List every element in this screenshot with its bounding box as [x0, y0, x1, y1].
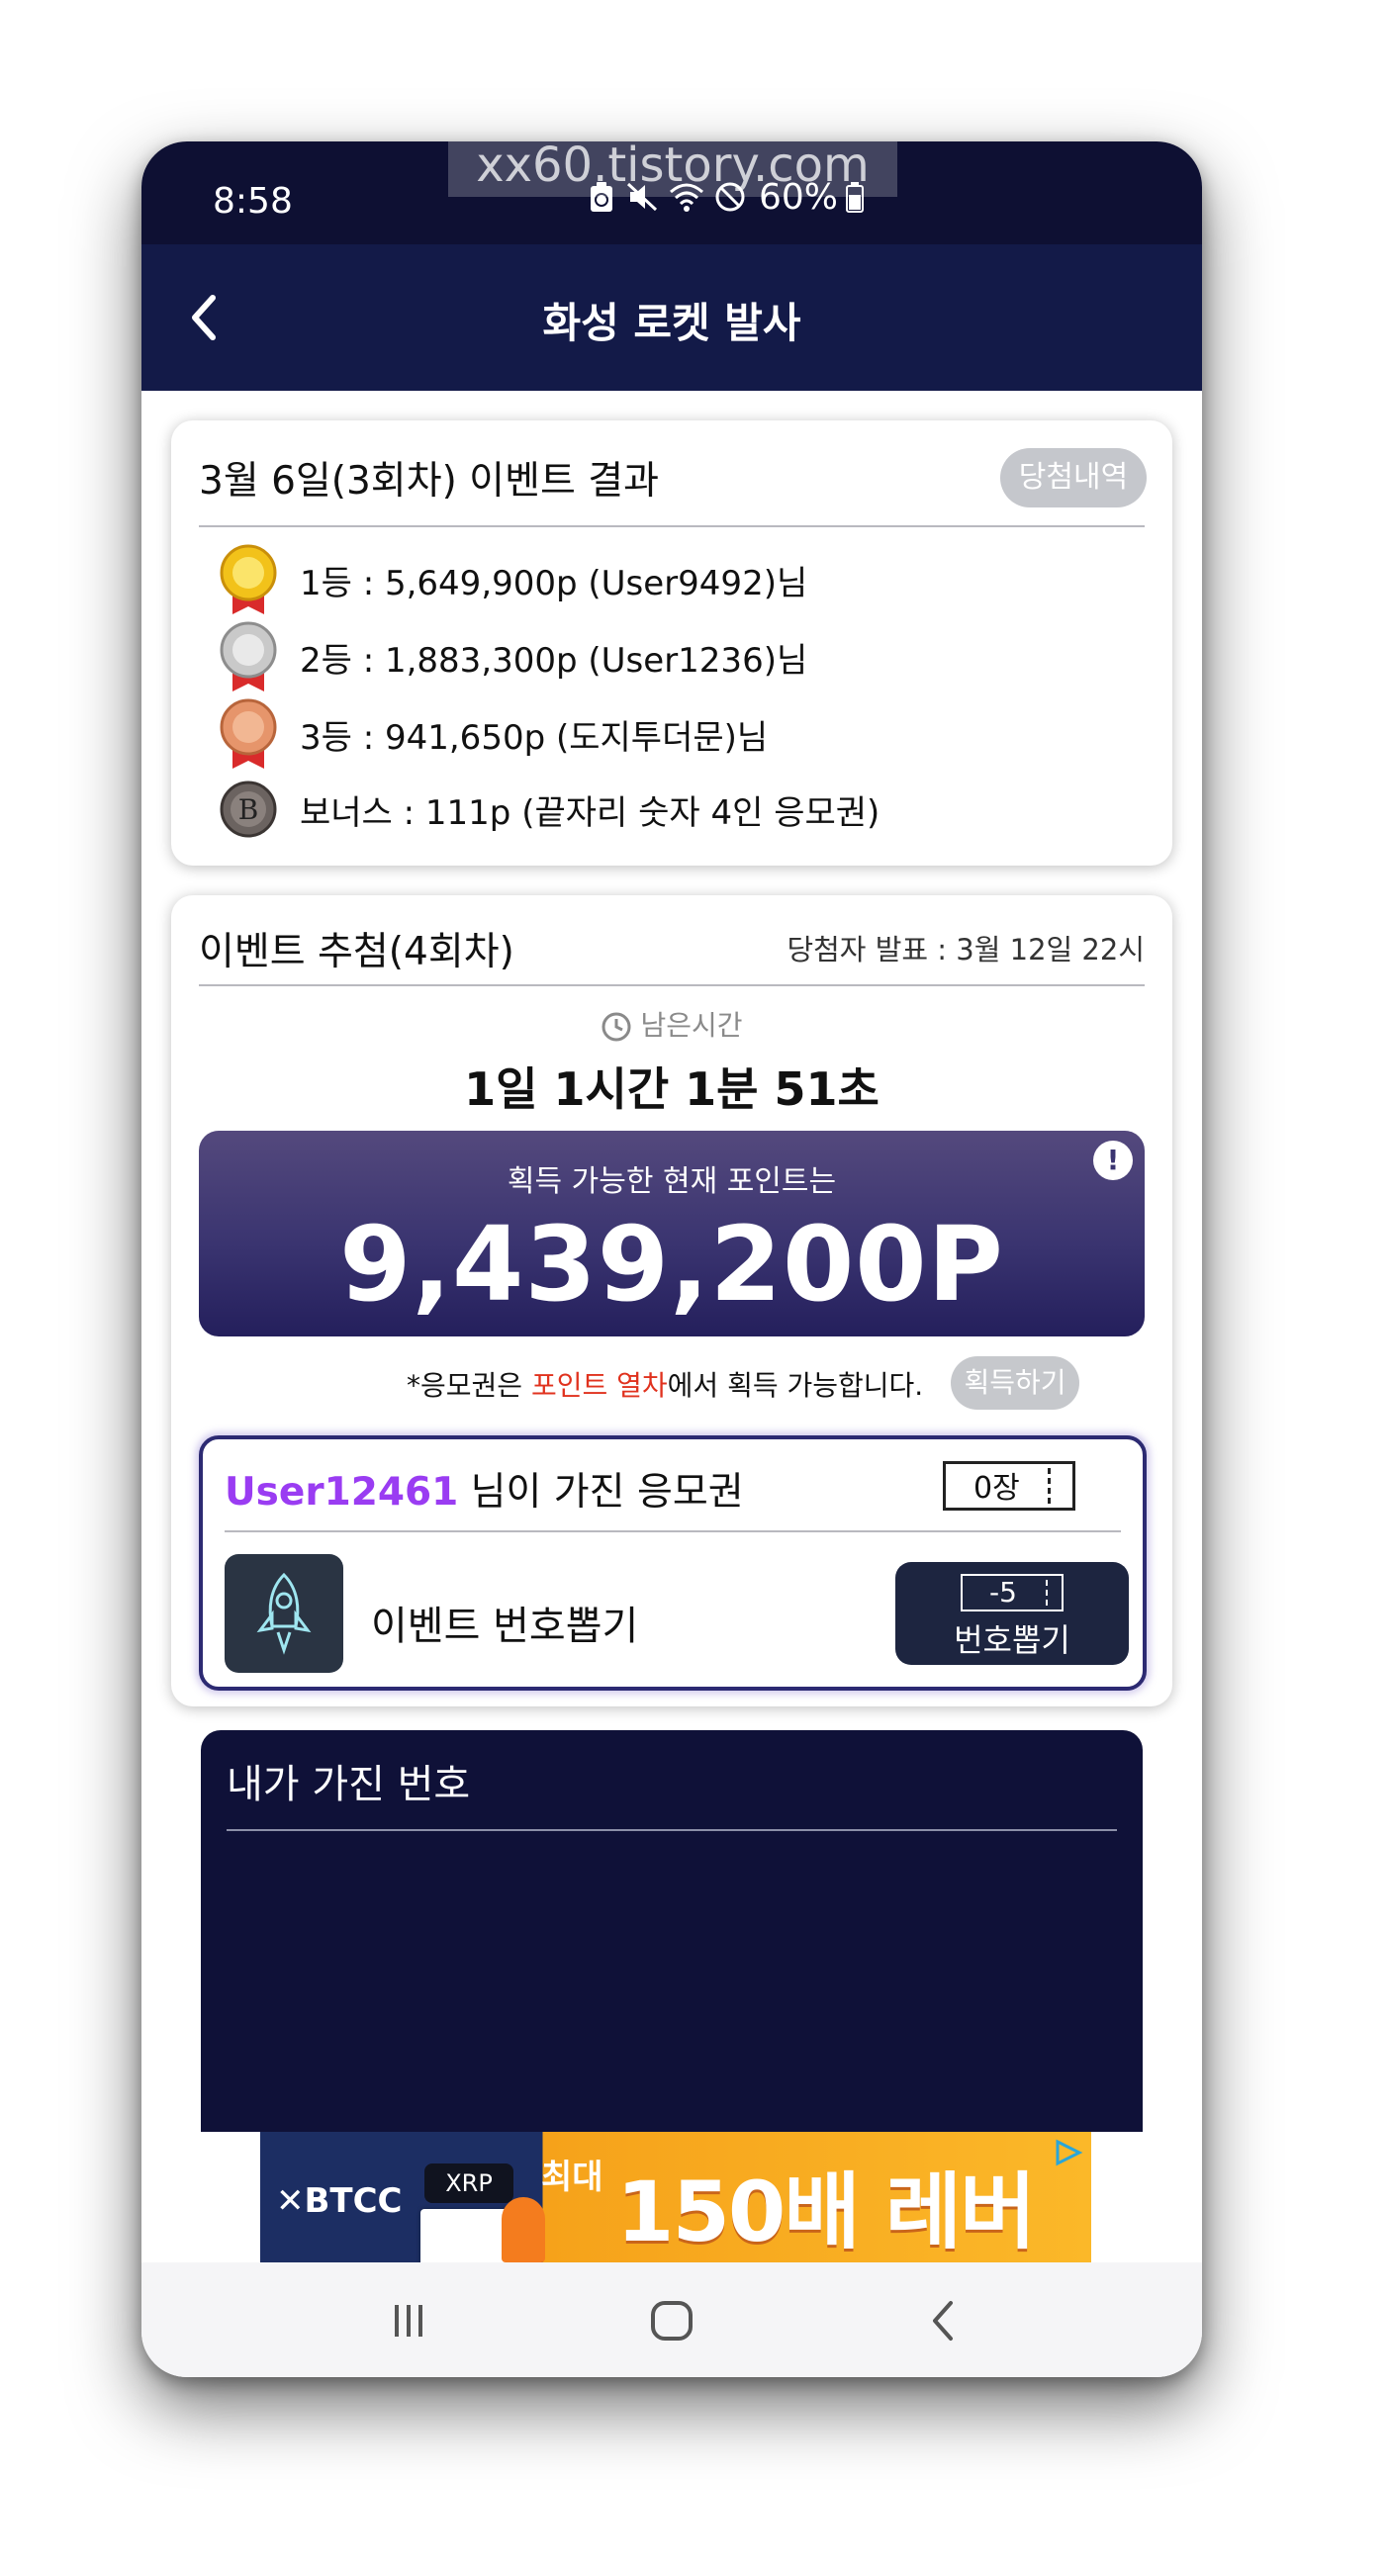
event-draw-card: 이벤트 추첨(4회차) 당첨자 발표 : 3월 12일 22시 남은시간 1일 …: [171, 895, 1172, 1706]
ad-max-text: 최대: [541, 2158, 603, 2197]
countdown-timer: 1일 1시간 1분 51초: [464, 1062, 880, 1116]
nav-back-button[interactable]: [913, 2298, 972, 2344]
rank-row-bonus: B 보너스 : 111p (끝자리 숫자 4인 응모권): [219, 773, 880, 846]
rank-row-third: 3등 : 941,650p (도지투더문)님: [219, 697, 768, 771]
ticket-count-badge: 0장: [943, 1461, 1075, 1511]
scroll-content[interactable]: 3월 6일(3회차) 이벤트 결과 당첨내역 1등 : 5,649,900p (…: [141, 391, 1202, 2132]
my-numbers-card: 내가 가진 번호: [201, 1730, 1143, 2132]
remaining-time-label: 남은시간: [171, 1004, 1172, 1044]
home-icon: [651, 2301, 693, 2341]
system-nav-bar: [141, 2262, 1202, 2377]
ad-banner[interactable]: ✕BTCC XRP 최대 150배 레버리지: [260, 2132, 1091, 2262]
points-value: 9,439,200P: [339, 1204, 1004, 1325]
point-train-link[interactable]: 포인트 열차: [531, 1369, 668, 1402]
remaining-time-text: 남은시간: [640, 1009, 743, 1042]
rank-text: 보너스 : 111p (끝자리 숫자 4인 응모권): [300, 792, 880, 833]
obtain-ticket-button[interactable]: 획득하기: [951, 1356, 1079, 1410]
bonus-coin-icon: B: [219, 773, 278, 846]
ticket-divider: [225, 1530, 1121, 1532]
ad-brand-text: BTCC: [304, 2181, 403, 2221]
recent-apps-icon: [395, 2305, 422, 2337]
winning-history-button[interactable]: 당첨내역: [1000, 448, 1147, 507]
draw-title: 이벤트 추첨(4회차): [199, 930, 514, 974]
info-icon[interactable]: !: [1093, 1141, 1133, 1180]
announcement-date: 당첨자 발표 : 3월 12일 22시: [787, 933, 1145, 966]
app-header: 화성 로켓 발사: [141, 244, 1202, 391]
draw-divider: [199, 984, 1145, 986]
ticket-count: 0장: [973, 1471, 1020, 1506]
ticket-note-suffix: 에서 획득 가능합니다.: [667, 1369, 924, 1402]
ad-person-image: [502, 2197, 545, 2262]
draw-number-button[interactable]: -5 번호뽑기: [895, 1562, 1129, 1665]
gold-medal-icon: [219, 543, 278, 616]
status-bar: 8:58 60% xx60.tistory.com: [141, 141, 1202, 244]
page-title: 화성 로켓 발사: [542, 299, 801, 347]
ticket-perforation: [1046, 1580, 1048, 1606]
my-numbers-title: 내가 가진 번호: [227, 1762, 471, 1807]
ticket-note: *응모권은 포인트 열차에서 획득 가능합니다.: [407, 1364, 923, 1404]
ticket-owner: User12461 님이 가진 응모권: [225, 1461, 744, 1517]
draw-button-label: 번호뽑기: [954, 1621, 1070, 1659]
rank-row-second: 2등 : 1,883,300p (User1236)님: [219, 620, 807, 693]
current-points-panel: 획득 가능한 현재 포인트는 9,439,200P !: [199, 1131, 1145, 1336]
results-title: 3월 6일(3회차) 이벤트 결과: [199, 459, 659, 504]
rank-text: 1등 : 5,649,900p (User9492)님: [300, 563, 808, 603]
recent-apps-button[interactable]: [379, 2298, 438, 2344]
draw-cost-ticket: -5: [961, 1574, 1064, 1611]
draw-number-label: 이벤트 번호뽑기: [371, 1604, 639, 1649]
points-label: 획득 가능한 현재 포인트는: [507, 1164, 837, 1199]
rank-text: 3등 : 941,650p (도지투더문)님: [300, 717, 769, 758]
results-divider: [199, 525, 1145, 527]
ticket-perforation: [1048, 1468, 1051, 1504]
ticket-note-prefix: *응모권은: [407, 1369, 531, 1402]
bronze-medal-icon: [219, 697, 278, 771]
results-card: 3월 6일(3회차) 이벤트 결과 당첨내역 1등 : 5,649,900p (…: [171, 420, 1172, 866]
ticket-owner-suffix: 님이 가진 응모권: [458, 1470, 744, 1515]
watermark: xx60.tistory.com: [448, 141, 897, 197]
clock-icon: [602, 1012, 631, 1042]
draw-cost: -5: [989, 1576, 1017, 1609]
silver-medal-icon: [219, 620, 278, 693]
ticket-panel: User12461 님이 가진 응모권 0장 이벤트 번호뽑기 -5 번호뽑기: [199, 1435, 1147, 1691]
username: User12461: [225, 1470, 459, 1515]
chevron-left-icon: [933, 2301, 953, 2341]
phone-screen: 8:58 60% xx60.tistory.com 화성 로켓 발사 3월 6일…: [141, 141, 1202, 2377]
ad-choices-icon[interactable]: [1050, 2138, 1083, 2167]
ad-headline: 150배 레버리지: [616, 2163, 1036, 2260]
ad-brand: ✕BTCC: [276, 2181, 403, 2221]
status-time: 8:58: [213, 181, 293, 222]
my-numbers-divider: [227, 1829, 1117, 1831]
ad-coin-badge: XRP: [424, 2163, 513, 2203]
svg-text:B: B: [238, 793, 259, 826]
rank-row-first: 1등 : 5,649,900p (User9492)님: [219, 543, 807, 616]
rocket-icon: [225, 1554, 343, 1673]
rank-text: 2등 : 1,883,300p (User1236)님: [300, 640, 808, 681]
home-button[interactable]: [642, 2298, 701, 2344]
